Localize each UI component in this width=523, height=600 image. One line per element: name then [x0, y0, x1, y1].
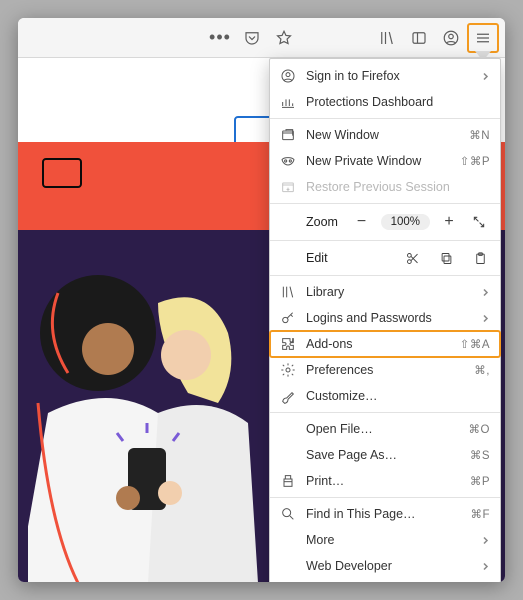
menu-shortcut: ⌘S	[470, 448, 490, 462]
separator	[270, 118, 500, 119]
separator	[270, 275, 500, 276]
account-icon	[442, 29, 460, 47]
menu-shortcut: ⌘F	[470, 507, 490, 521]
app-menu-panel: Sign in to Firefox Protections Dashboard…	[269, 58, 501, 582]
chevron-right-icon	[480, 314, 490, 323]
copy-button[interactable]	[436, 248, 456, 268]
chevron-right-icon	[480, 288, 490, 297]
account-circle-icon	[280, 68, 296, 84]
menu-label: Protections Dashboard	[306, 95, 490, 109]
menu-shortcut: ⇧⌘A	[460, 337, 490, 351]
menu-shortcut: ⌘P	[470, 474, 490, 488]
library-icon	[280, 284, 296, 300]
menu-label: Preferences	[306, 363, 464, 377]
menu-logins[interactable]: Logins and Passwords	[270, 305, 500, 331]
chevron-right-icon	[480, 562, 490, 571]
menu-more[interactable]: More	[270, 527, 500, 553]
menu-web-developer[interactable]: Web Developer	[270, 553, 500, 579]
fullscreen-icon	[472, 215, 486, 229]
restore-icon	[280, 179, 296, 195]
meatballs-icon: •••	[209, 27, 231, 48]
sidebar-icon	[410, 29, 428, 47]
menu-label: Logins and Passwords	[306, 311, 470, 325]
menu-label: Restore Previous Session	[306, 180, 490, 194]
menu-label: Web Developer	[306, 559, 470, 573]
mask-icon	[280, 153, 296, 169]
hero-button-outline[interactable]	[42, 158, 82, 188]
menu-label: Add-ons	[306, 337, 450, 351]
menu-label: New Private Window	[306, 154, 450, 168]
menu-label: Open File…	[306, 422, 459, 436]
menu-label: More	[306, 533, 470, 547]
menu-shortcut: ⌘O	[469, 422, 490, 436]
menu-sign-in[interactable]: Sign in to Firefox	[270, 63, 500, 89]
puzzle-icon	[280, 336, 296, 352]
menu-label: New Window	[306, 128, 459, 142]
pocket-button[interactable]	[236, 23, 268, 53]
sidebar-toolbar-button[interactable]	[403, 23, 435, 53]
menu-label: Customize…	[306, 389, 490, 403]
window-icon	[280, 127, 296, 143]
gear-icon	[280, 362, 296, 378]
menu-zoom-row: Zoom − 100% +	[270, 207, 500, 237]
edit-label: Edit	[280, 251, 388, 265]
dashboard-icon	[280, 94, 296, 110]
menu-new-private-window[interactable]: New Private Window ⇧⌘P	[270, 148, 500, 174]
menu-preferences[interactable]: Preferences ⌘,	[270, 357, 500, 383]
app-menu-button[interactable]	[467, 23, 499, 53]
menu-restore-session: Restore Previous Session	[270, 174, 500, 200]
zoom-value[interactable]: 100%	[381, 214, 430, 230]
menu-label: Library	[306, 285, 470, 299]
menu-find[interactable]: Find in This Page… ⌘F	[270, 501, 500, 527]
chevron-right-icon	[480, 536, 490, 545]
fullscreen-button[interactable]	[468, 211, 490, 233]
clipboard-icon	[473, 251, 488, 266]
separator	[270, 240, 500, 241]
account-toolbar-button[interactable]	[435, 23, 467, 53]
pocket-icon	[243, 29, 261, 47]
zoom-label: Zoom	[280, 215, 343, 229]
cut-button[interactable]	[402, 248, 422, 268]
star-icon	[275, 29, 293, 47]
menu-library[interactable]: Library	[270, 279, 500, 305]
bookmark-star-button[interactable]	[268, 23, 300, 53]
separator	[270, 412, 500, 413]
menu-shortcut: ⌘,	[474, 363, 490, 377]
menu-label: Sign in to Firefox	[306, 69, 470, 83]
menu-new-window[interactable]: New Window ⌘N	[270, 122, 500, 148]
menu-help[interactable]: Help	[270, 579, 500, 582]
copy-icon	[439, 251, 454, 266]
paintbrush-icon	[280, 388, 296, 404]
hamburger-icon	[474, 29, 492, 47]
menu-label: Save Page As…	[306, 448, 460, 462]
menu-open-file[interactable]: Open File… ⌘O	[270, 416, 500, 442]
menu-label: Print…	[306, 474, 460, 488]
menu-edit-row: Edit	[270, 244, 500, 272]
menu-save-page[interactable]: Save Page As… ⌘S	[270, 442, 500, 468]
scissors-icon	[405, 251, 420, 266]
menu-addons[interactable]: Add-ons ⇧⌘A	[270, 331, 500, 357]
zoom-in-button[interactable]: +	[438, 211, 460, 233]
hero-illustration	[28, 258, 268, 582]
paste-button[interactable]	[470, 248, 490, 268]
separator	[270, 497, 500, 498]
zoom-out-button[interactable]: −	[351, 211, 373, 233]
search-icon	[280, 506, 296, 522]
separator	[270, 203, 500, 204]
menu-shortcut: ⇧⌘P	[460, 154, 490, 168]
menu-label: Find in This Page…	[306, 507, 460, 521]
menu-shortcut: ⌘N	[469, 128, 490, 142]
library-toolbar-button[interactable]	[371, 23, 403, 53]
chevron-right-icon	[480, 72, 490, 81]
menu-protections[interactable]: Protections Dashboard	[270, 89, 500, 115]
key-icon	[280, 310, 296, 326]
library-icon	[378, 29, 396, 47]
printer-icon	[280, 473, 296, 489]
menu-customize[interactable]: Customize…	[270, 383, 500, 409]
page-actions-button[interactable]: •••	[204, 23, 236, 53]
menu-print[interactable]: Print… ⌘P	[270, 468, 500, 494]
browser-toolbar: •••	[18, 18, 505, 58]
